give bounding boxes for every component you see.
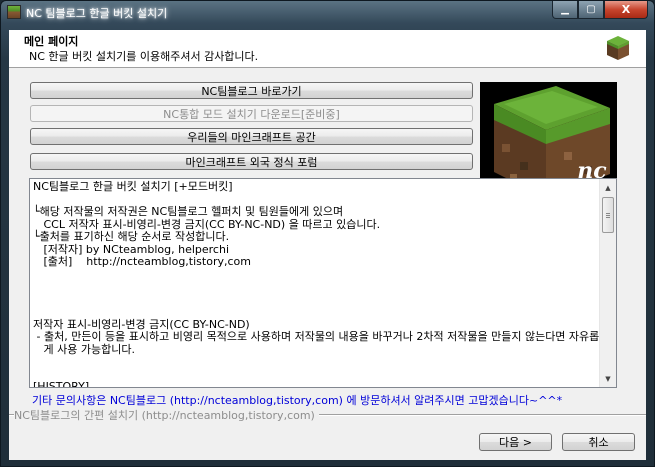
license-text-line [33, 369, 599, 382]
license-text-line [33, 281, 599, 294]
license-text: NC팀블로그 한글 버킷 설치기 [+모드버킷] └해당 저작물의 저작권은 NC… [33, 180, 600, 388]
grip-line [606, 217, 610, 218]
license-text-line: [출처] http://ncteamblog,tistory,com [33, 255, 251, 268]
next-button[interactable]: 다음 > [479, 433, 552, 451]
vertical-scrollbar[interactable]: ▲ ▼ [599, 179, 616, 387]
license-text-line: └해당 저작물의 저작권은 NC팀블로그 헬퍼치 및 팀원들에게 있으며 [33, 205, 344, 218]
license-text-line: └출처를 표기하신 해당 순서로 작성합니다. [33, 230, 230, 243]
installer-window: NC 팀블로그 한글 버킷 설치기 ▁ ▢ X 메인 페이지 NC 한글 버킷 … [0, 0, 655, 467]
license-text-line: [HISTORY] [33, 380, 90, 388]
dialog-client: 메인 페이지 NC 한글 버킷 설치기를 이용해주셔서 감사합니다. NC팀블로… [9, 30, 646, 460]
branding-text: NC팀블로그의 간편 설치기 (http://ncteamblog,tistor… [14, 407, 319, 423]
page-subtitle: NC 한글 버킷 설치기를 이용해주셔서 감사합니다. [29, 50, 259, 63]
minecraft-space-button[interactable]: 우리들의 마인크래프트 공간 [30, 128, 473, 145]
license-text-line: NC팀블로그 한글 버킷 설치기 [+모드버킷] [33, 180, 233, 193]
maximize-button[interactable]: ▢ [578, 1, 604, 19]
license-text-line [33, 306, 599, 319]
window-title: NC 팀블로그 한글 버킷 설치기 [26, 7, 168, 20]
minimize-button[interactable]: ▁ [552, 1, 578, 19]
scrollbar-thumb[interactable] [602, 197, 614, 233]
scroll-down-arrow-icon[interactable]: ▼ [600, 370, 616, 387]
grass-block-icon [607, 36, 629, 60]
download-mod-button[interactable]: NC통합 모드 설치기 다운로드[준비중] [30, 105, 473, 122]
scroll-up-arrow-icon[interactable]: ▲ [600, 179, 616, 196]
license-text-line [33, 269, 599, 282]
grip-line [606, 213, 610, 214]
minecraft-block-icon [7, 5, 21, 19]
title-bar[interactable]: NC 팀블로그 한글 버킷 설치기 ▁ ▢ X [1, 1, 654, 23]
page-title: 메인 페이지 [24, 35, 79, 48]
license-text-line [33, 356, 599, 369]
license-text-line [33, 294, 599, 307]
license-text-line: 게 사용 가능합니다. [33, 342, 135, 356]
license-textarea[interactable]: NC팀블로그 한글 버킷 설치기 [+모드버킷] └해당 저작물의 저작권은 NC… [29, 178, 617, 388]
minecraft-forum-button[interactable]: 마인크래프트 외국 정식 포럼 [30, 153, 473, 170]
window-controls: ▁ ▢ X [552, 1, 648, 19]
contact-notice: 기타 문의사항은 NC팀블로그 (http://ncteamblog,tisto… [32, 394, 563, 407]
page-header: 메인 페이지 NC 한글 버킷 설치기를 이용해주셔서 감사합니다. [9, 30, 646, 68]
go-blog-button[interactable]: NC팀블로그 바로가기 [30, 82, 473, 99]
cancel-button[interactable]: 취소 [562, 433, 635, 451]
close-button[interactable]: X [604, 1, 648, 19]
license-text-line: - 출처, 만든이 등을 표시하고 비영리 목적으로 사용하며 저작물의 내용을… [33, 330, 600, 343]
grip-line [606, 215, 610, 216]
